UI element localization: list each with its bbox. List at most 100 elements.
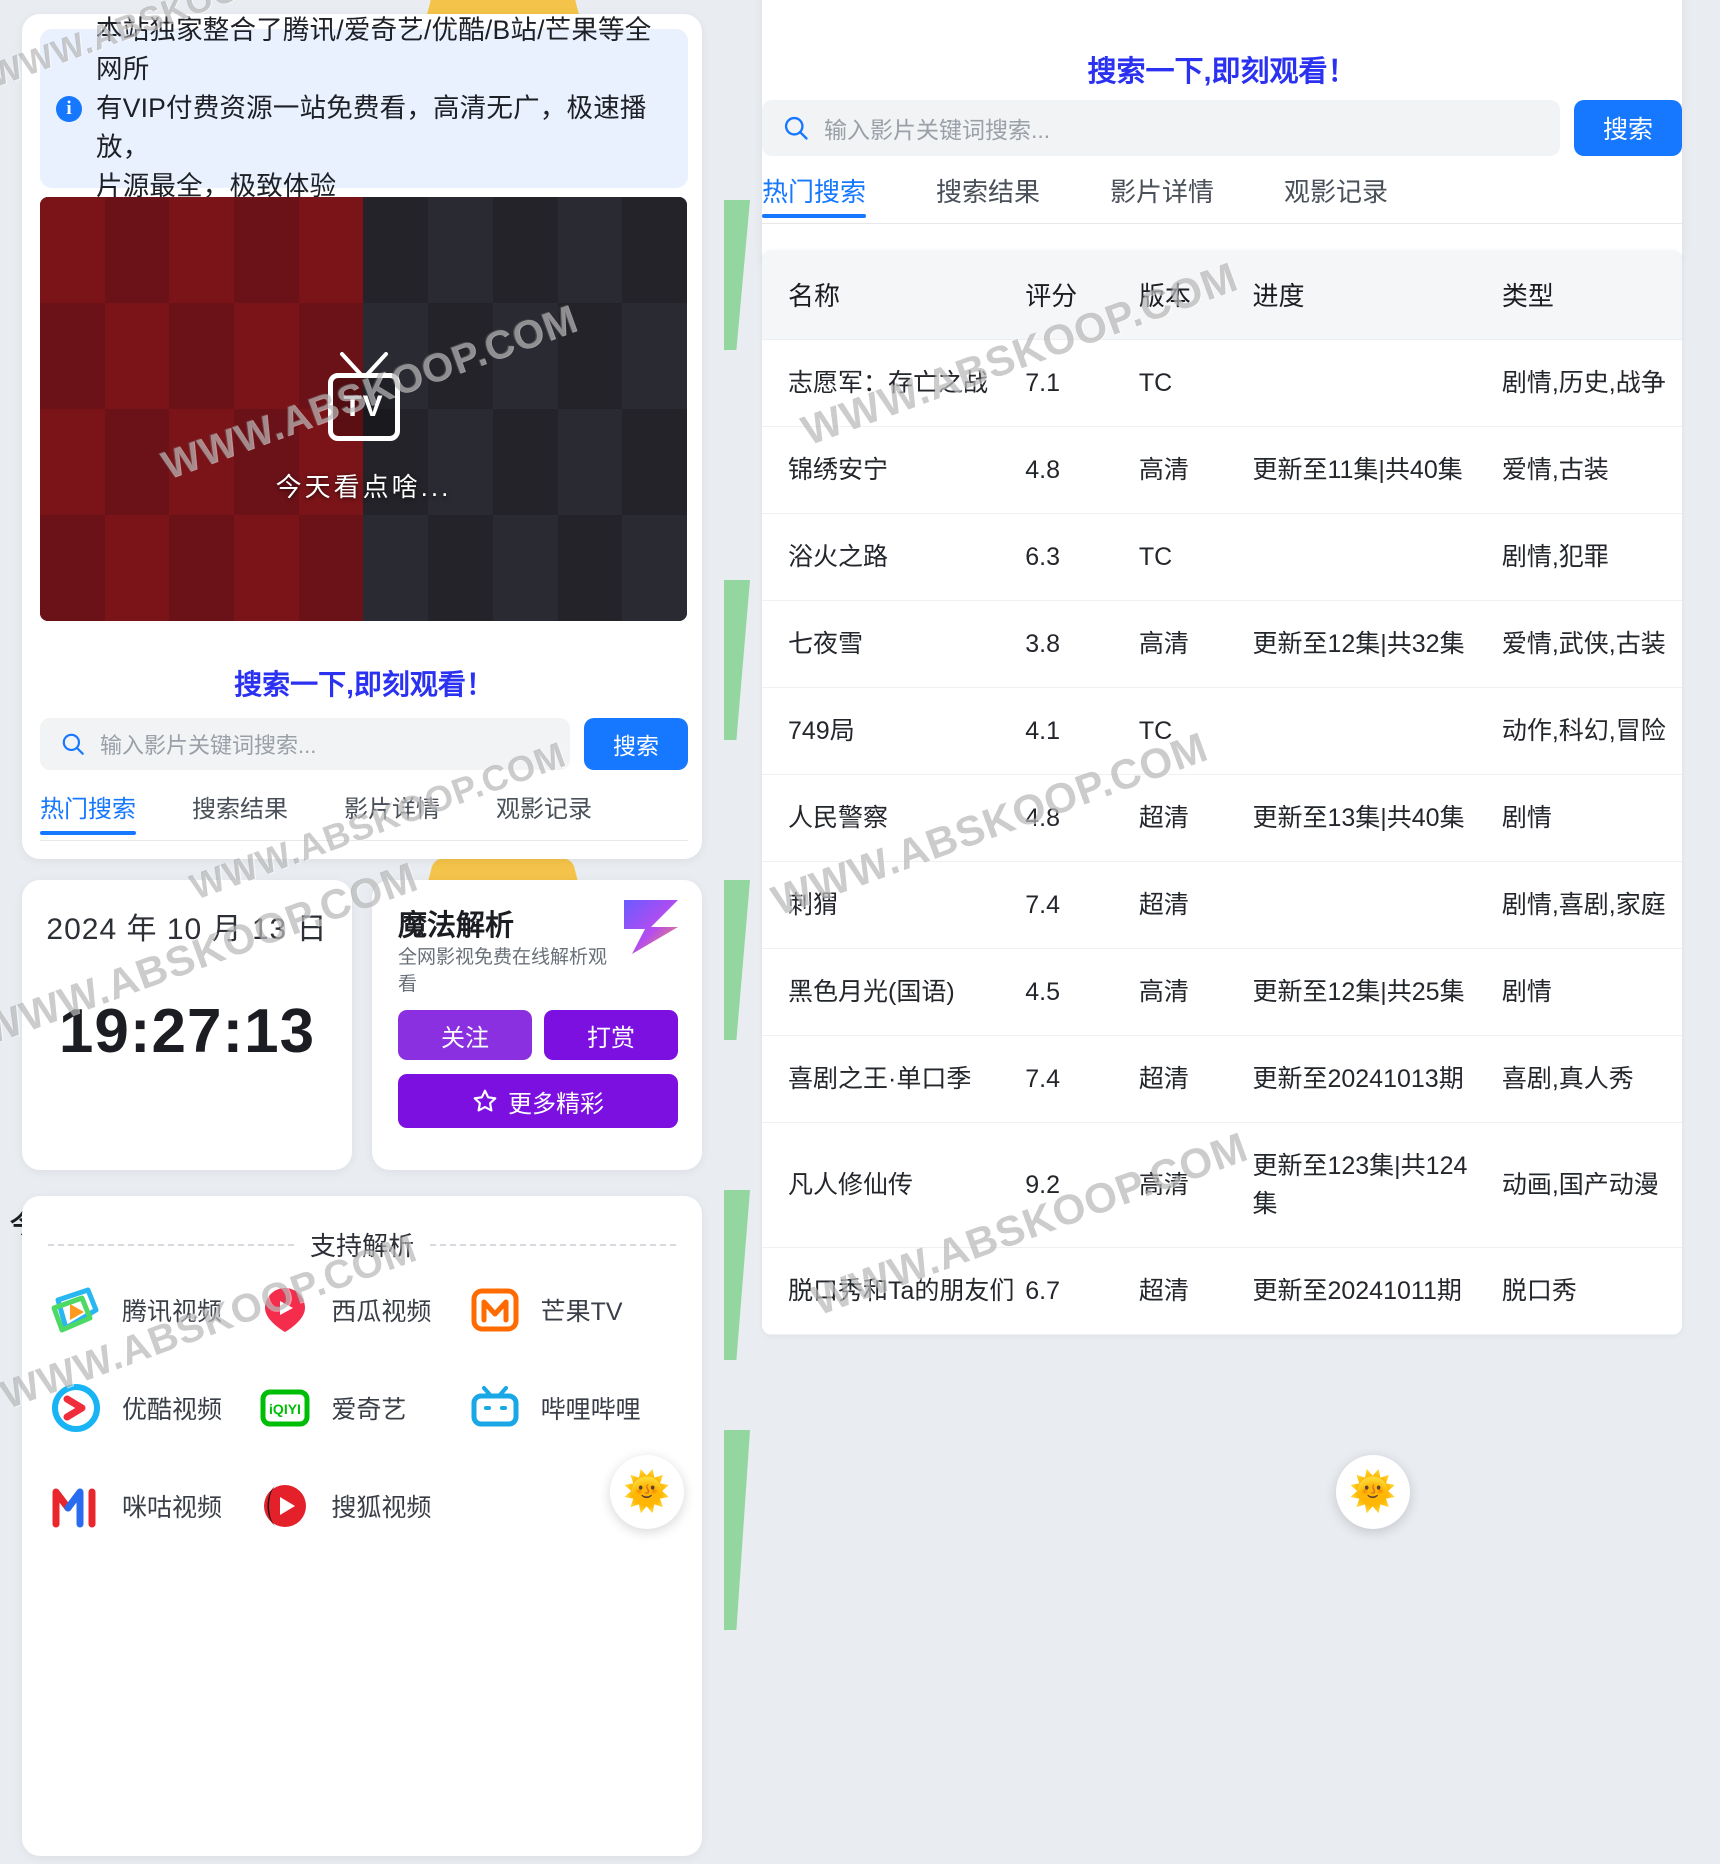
table-row[interactable]: 人民警察 4.8 超清 更新至13集|共40集 剧情 <box>762 774 1682 862</box>
th-name[interactable]: 名称 <box>762 250 1026 340</box>
poster-tile <box>428 303 493 409</box>
movie-type: 喜剧,真人秀 <box>1501 1035 1682 1123</box>
bilibili-icon <box>467 1380 523 1436</box>
movie-version: 超清 <box>1138 861 1253 949</box>
movie-type: 动作,科幻,冒险 <box>1501 687 1682 775</box>
movie-version: TC <box>1138 339 1253 427</box>
movie-type: 爱情,古装 <box>1501 426 1682 514</box>
table-row[interactable]: 凡人修仙传 9.2 高清 更新至123集|共124集 动画,国产动漫 <box>762 1122 1682 1248</box>
movie-version: 高清 <box>1138 1122 1253 1248</box>
tab-watch-history[interactable]: 观影记录 <box>1284 166 1388 224</box>
movie-progress <box>1252 687 1502 775</box>
movie-score: 4.8 <box>1025 774 1139 862</box>
th-progress[interactable]: 进度 <box>1252 250 1502 340</box>
info-icon: i <box>56 95 82 122</box>
tab-search-results[interactable]: 搜索结果 <box>936 166 1040 224</box>
right-search-input-wrapper[interactable]: 输入影片关键词搜索... <box>762 100 1560 156</box>
table-row[interactable]: 七夜雪 3.8 高清 更新至12集|共32集 爱情,武侠,古装 <box>762 600 1682 688</box>
poster-tile <box>622 515 687 621</box>
table-row[interactable]: 浴火之路 6.3 TC 剧情,犯罪 <box>762 513 1682 601</box>
tab-hot-search[interactable]: 热门搜索 <box>40 783 136 841</box>
table-row[interactable]: 脱口秀和Ta的朋友们 6.7 超清 更新至20241011期 脱口秀 <box>762 1247 1682 1335</box>
sun-fab-left[interactable]: 🌞 <box>610 1455 684 1529</box>
migu-video-icon <box>48 1478 104 1534</box>
tab-movie-details[interactable]: 影片详情 <box>1110 166 1214 224</box>
right-tab-bar: 热门搜索 搜索结果 影片详情 观影记录 <box>762 166 1682 224</box>
movie-progress <box>1252 513 1502 601</box>
movie-version: 高清 <box>1138 948 1253 1036</box>
table-row[interactable]: 喜剧之王·单口季 7.4 超清 更新至20241013期 喜剧,真人秀 <box>762 1035 1682 1123</box>
poster-tile <box>492 515 558 621</box>
right-search-button[interactable]: 搜索 <box>1574 100 1682 156</box>
movie-type: 爱情,武侠,古装 <box>1501 600 1682 688</box>
tab-bar: 热门搜索 搜索结果 影片详情 观影记录 <box>40 783 688 841</box>
more-button[interactable]: 更多精彩 <box>398 1074 678 1128</box>
platform-label: 腾讯视频 <box>122 1298 223 1326</box>
search-input-wrapper[interactable]: 输入影片关键词搜索... <box>40 718 570 770</box>
platform-item-sohu-video[interactable]: 搜狐视频 <box>257 1478 466 1534</box>
th-score[interactable]: 评分 <box>1025 250 1139 340</box>
app-root: i 本站独家整合了腾讯/爱奇艺/优酷/B站/芒果等全网所 有VIP付费资源一站免… <box>0 0 1720 1864</box>
poster-tile <box>298 197 364 303</box>
poster-tile <box>40 197 105 303</box>
green-strip-3 <box>724 880 750 1040</box>
movie-name: 锦绣安宁 <box>762 426 1026 514</box>
green-strip-2 <box>724 580 750 740</box>
platform-item-iqiyi[interactable]: iQIYI 爱奇艺 <box>257 1380 466 1436</box>
movie-type: 剧情 <box>1501 948 1682 1036</box>
platform-item-youku-video[interactable]: 优酷视频 <box>48 1380 257 1436</box>
platform-label: 爱奇艺 <box>331 1396 407 1424</box>
movie-progress: 更新至13集|共40集 <box>1252 774 1502 862</box>
sun-fab-right[interactable]: 🌞 <box>1336 1455 1410 1529</box>
platform-label: 西瓜视频 <box>331 1298 432 1326</box>
movie-progress: 更新至20241013期 <box>1252 1035 1502 1123</box>
movie-score: 4.5 <box>1025 948 1139 1036</box>
platform-label: 优酷视频 <box>122 1396 223 1424</box>
poster-tile <box>234 515 299 621</box>
more-button-label: 更多精彩 <box>508 1090 604 1118</box>
poster-tile <box>169 515 235 621</box>
poster-tile <box>557 409 623 515</box>
poster-tile <box>104 515 170 621</box>
poster-tile <box>622 303 687 409</box>
th-type[interactable]: 类型 <box>1501 250 1682 340</box>
sohu-video-icon <box>257 1478 313 1534</box>
poster-tile <box>40 303 105 409</box>
movie-type: 脱口秀 <box>1501 1247 1682 1335</box>
table-row[interactable]: 749局 4.1 TC 动作,科幻,冒险 <box>762 687 1682 775</box>
platform-label: 搜狐视频 <box>331 1494 432 1522</box>
search-button[interactable]: 搜索 <box>584 718 688 770</box>
platform-item-tencent-video[interactable]: 腾讯视频 <box>48 1282 257 1338</box>
tencent-video-icon <box>48 1282 104 1338</box>
magic-parse-card: 魔法解析 全网影视免费在线解析观看 关注 打赏 更多精彩 <box>372 880 702 1170</box>
movie-score: 4.1 <box>1025 687 1139 775</box>
hero-poster-collage[interactable]: TV 今天看点啥... <box>40 197 687 621</box>
movie-type: 剧情,犯罪 <box>1501 513 1682 601</box>
platform-item-bilibili[interactable]: 哔哩哔哩 <box>467 1380 676 1436</box>
divider-left <box>48 1243 294 1246</box>
platform-item-migu-video[interactable]: 咪咕视频 <box>48 1478 257 1534</box>
table-row[interactable]: 锦绣安宁 4.8 高清 更新至11集|共40集 爱情,古装 <box>762 426 1682 514</box>
current-date: 2024 年 10 月 13 日 <box>46 913 328 946</box>
poster-tile <box>169 197 235 303</box>
tab-watch-history[interactable]: 观影记录 <box>496 783 592 841</box>
movie-version: 高清 <box>1138 426 1253 514</box>
platform-item-xigua-video[interactable]: 西瓜视频 <box>257 1282 466 1338</box>
tab-search-results[interactable]: 搜索结果 <box>192 783 288 841</box>
tab-underline <box>40 840 688 841</box>
movie-name: 黑色月光(国语) <box>762 948 1026 1036</box>
reward-button[interactable]: 打赏 <box>544 1010 678 1060</box>
tab-movie-details[interactable]: 影片详情 <box>344 783 440 841</box>
poster-tile <box>428 515 493 621</box>
table-row[interactable]: 刺猬 7.4 超清 剧情,喜剧,家庭 <box>762 861 1682 949</box>
platform-item-mango-tv[interactable]: 芒果TV <box>467 1282 676 1338</box>
table-head: 名称 评分 版本 进度 类型 <box>762 250 1682 340</box>
movie-name: 脱口秀和Ta的朋友们 <box>762 1247 1026 1335</box>
poster-tile <box>104 409 170 515</box>
search-headline: 搜索一下,即刻观看！ <box>234 669 494 700</box>
table-row[interactable]: 黑色月光(国语) 4.5 高清 更新至12集|共25集 剧情 <box>762 948 1682 1036</box>
follow-button[interactable]: 关注 <box>398 1010 532 1060</box>
th-version[interactable]: 版本 <box>1138 250 1253 340</box>
tab-hot-search[interactable]: 热门搜索 <box>762 166 867 224</box>
table-row[interactable]: 志愿军：存亡之战 7.1 TC 剧情,历史,战争 <box>762 339 1682 427</box>
